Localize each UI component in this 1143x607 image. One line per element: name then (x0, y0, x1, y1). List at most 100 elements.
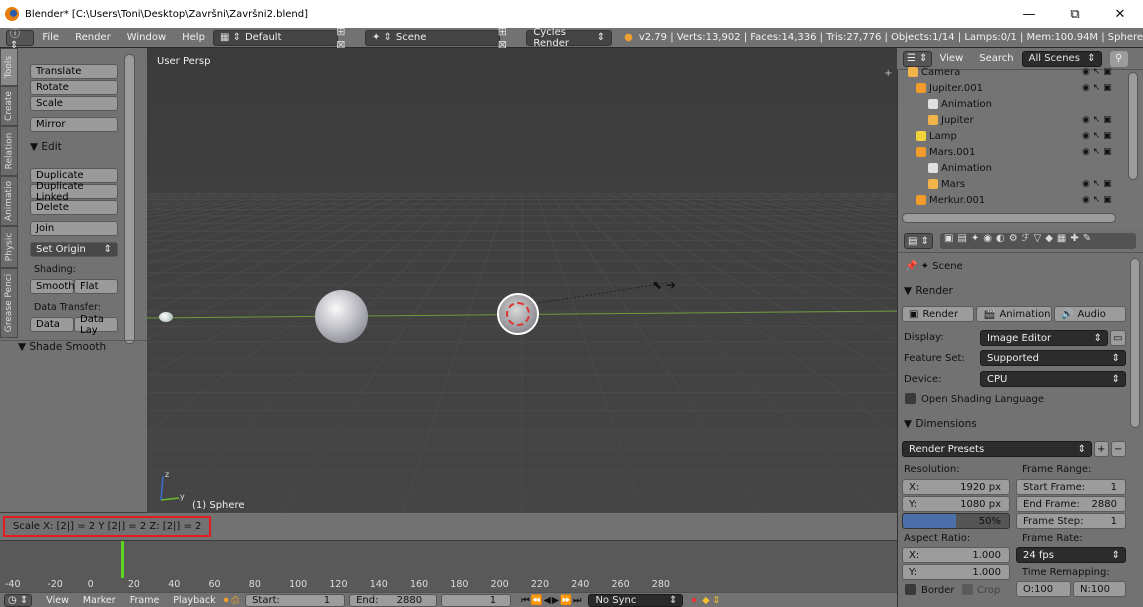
start-frame-field[interactable]: Start: 1 (245, 593, 346, 607)
rotate-button[interactable]: Rotate (30, 80, 118, 95)
sync-select[interactable]: No Sync ⇕ (588, 593, 684, 607)
preset-add-icon[interactable]: + (1094, 441, 1109, 457)
outliner-row[interactable]: Camera ◉ ↖ ▣ (898, 64, 1131, 80)
feature-set-select[interactable]: Supported ⇕ (980, 350, 1126, 366)
visibility-icons[interactable]: ◉ ↖ ▣ (1082, 67, 1112, 77)
timeline-menu-frame[interactable]: Frame (130, 595, 160, 606)
outliner-row[interactable]: Jupiter ◉ ↖ ▣ (898, 112, 1131, 128)
outliner-scrollbar[interactable] (1128, 72, 1138, 180)
end-frame-field[interactable]: End Frame: 2880 (1016, 496, 1126, 512)
device-select[interactable]: CPU ⇕ (980, 371, 1126, 387)
outliner-row[interactable]: Lamp ◉ ↖ ▣ (898, 128, 1131, 144)
data-button[interactable]: Data (30, 317, 74, 332)
resolution-y-field[interactable]: Y: 1080 px (902, 496, 1010, 512)
render-button[interactable]: ▣ Render (902, 306, 974, 322)
outliner-row[interactable]: Animation (898, 96, 1131, 112)
outliner-row[interactable]: Mars ◉ ↖ ▣ (898, 176, 1131, 192)
scene-add-close-icon[interactable]: ⊞ ⊠ (498, 25, 519, 51)
fullscreen-toggle-icon[interactable]: ▭ (1110, 330, 1126, 346)
time-remap-old-field[interactable]: O:100 (1016, 581, 1071, 597)
outliner-hscrollbar[interactable] (902, 213, 1116, 223)
menu-render[interactable]: Render (67, 32, 119, 43)
start-frame-field[interactable]: Start Frame: 1 (1016, 479, 1126, 495)
flat-button[interactable]: Flat (74, 279, 118, 294)
shade-smooth-panel-header[interactable]: ▼ Shade Smooth (18, 341, 106, 353)
outliner-row[interactable]: Jupiter.001 ◉ ↖ ▣ (898, 80, 1131, 96)
set-origin-select[interactable]: Set Origin ⇕ (30, 242, 118, 257)
close-button[interactable]: ✕ (1097, 0, 1143, 28)
playback-controls-icon[interactable]: ⏮⏪◀▶⏩⏭ (521, 595, 582, 606)
tab-grease-pencil[interactable]: Grease Penci (0, 268, 18, 338)
display-select[interactable]: Image Editor ⇕ (980, 330, 1108, 346)
viewport-plus-icon[interactable]: + (884, 68, 892, 79)
3d-viewport[interactable]: User Persp + ⬉ ➔ y z (1) Sphere (147, 48, 897, 513)
current-frame-field[interactable]: 1 (441, 593, 512, 607)
properties-context-tabs[interactable]: ▣▤✦◉◐⚙ℱ▽◆▦✚✎ (940, 233, 1136, 249)
properties-scrollbar[interactable] (1130, 258, 1140, 428)
tab-tools[interactable]: Tools (0, 48, 18, 86)
outliner-search-menu[interactable]: Search (971, 53, 1021, 64)
translate-button[interactable]: Translate (30, 64, 118, 79)
edit-panel-header[interactable]: ▼ Edit (30, 141, 62, 153)
autokey-record-icon[interactable]: ⏺ (691, 595, 696, 606)
tool-shelf-scrollbar[interactable] (124, 54, 135, 344)
join-button[interactable]: Join (30, 221, 118, 236)
large-sphere[interactable] (315, 290, 368, 343)
frame-step-field[interactable]: Frame Step: 1 (1016, 513, 1126, 529)
scene-select[interactable]: ✦ ⇕ Scene (364, 29, 500, 46)
tab-physics[interactable]: Physic (0, 226, 18, 268)
aspect-x-field[interactable]: X: 1.000 (902, 547, 1010, 563)
pin-icon[interactable]: 📌 (905, 261, 917, 272)
timeline-ruler[interactable]: -40 -20 0 20 40 60 80 100 120 140 160 180 200 220 240 2… (0, 578, 897, 592)
tab-relation[interactable]: Relation (0, 126, 18, 176)
time-remap-new-field[interactable]: N:100 (1073, 581, 1126, 597)
keying-set-icon[interactable]: ◆ ⇕ (702, 595, 720, 606)
visibility-icons[interactable]: ◉ ↖ ▣ (1082, 179, 1112, 189)
timeline-menu-view[interactable]: View (46, 595, 69, 606)
osl-checkbox[interactable] (905, 393, 916, 404)
minimize-button[interactable]: — (1006, 0, 1052, 28)
menu-help[interactable]: Help (174, 32, 213, 43)
animation-button[interactable]: 🎬 Animation (976, 306, 1052, 322)
visibility-icons[interactable]: ◉ ↖ ▣ (1082, 195, 1112, 205)
timeline-current-frame-line[interactable] (121, 541, 124, 579)
editor-type-timeline-icon[interactable]: ◷ ⇕ (4, 593, 33, 607)
data-layout-button[interactable]: Data Lay (74, 314, 118, 336)
outliner-row[interactable]: Mars.001 ◉ ↖ ▣ (898, 144, 1131, 160)
menu-window[interactable]: Window (119, 32, 174, 43)
layout-add-close-icon[interactable]: ⊞ ⊠ (336, 25, 357, 51)
resolution-percentage-slider[interactable]: 50% (902, 513, 1010, 529)
aspect-y-field[interactable]: Y: 1.000 (902, 564, 1010, 580)
maximize-button[interactable]: ⧉ (1052, 0, 1098, 28)
render-panel-header[interactable]: ▼ Render (898, 282, 1130, 300)
tab-create[interactable]: Create (0, 86, 18, 126)
outliner-view-menu[interactable]: View (932, 53, 972, 64)
screen-layout-select[interactable]: ▦ ⇕ Default (212, 29, 339, 46)
border-checkbox[interactable] (905, 584, 916, 595)
smooth-button[interactable]: Smooth (30, 279, 75, 294)
tab-animation[interactable]: Animatio (0, 176, 18, 226)
timeline-menu-marker[interactable]: Marker (83, 595, 116, 606)
visibility-icons[interactable]: ◉ ↖ ▣ (1082, 147, 1112, 157)
visibility-icons[interactable]: ◉ ↖ ▣ (1082, 83, 1112, 93)
visibility-icons[interactable]: ◉ ↖ ▣ (1082, 115, 1112, 125)
resolution-x-field[interactable]: X: 1920 px (902, 479, 1010, 495)
editor-type-properties-icon[interactable]: ▤ ⇕ (904, 233, 934, 249)
mirror-button[interactable]: Mirror (30, 117, 118, 132)
scale-button[interactable]: Scale (30, 96, 118, 111)
delete-button[interactable]: Delete (30, 200, 118, 215)
visibility-icons[interactable]: ◉ ↖ ▣ (1082, 131, 1112, 141)
small-sphere[interactable] (159, 312, 173, 322)
end-frame-field[interactable]: End: 2880 (349, 593, 438, 607)
duplicate-linked-button[interactable]: Duplicate Linked (30, 181, 118, 203)
render-presets-select[interactable]: Render Presets ⇕ (902, 441, 1092, 457)
render-engine-select[interactable]: Cycles Render ⇕ (526, 27, 613, 49)
editor-type-info-icon[interactable]: ⓘ ⇕ (6, 29, 35, 51)
frame-rate-select[interactable]: 24 fps ⇕ (1016, 547, 1126, 563)
record-icon[interactable]: ⏺ ⎙ (224, 595, 239, 606)
audio-button[interactable]: 🔊 Audio (1054, 306, 1126, 322)
outliner-row[interactable]: Animation (898, 160, 1131, 176)
outliner-row[interactable]: Merkur.001 ◉ ↖ ▣ (898, 192, 1131, 208)
dimensions-panel-header[interactable]: ▼ Dimensions (898, 415, 1130, 433)
menu-file[interactable]: File (34, 32, 67, 43)
